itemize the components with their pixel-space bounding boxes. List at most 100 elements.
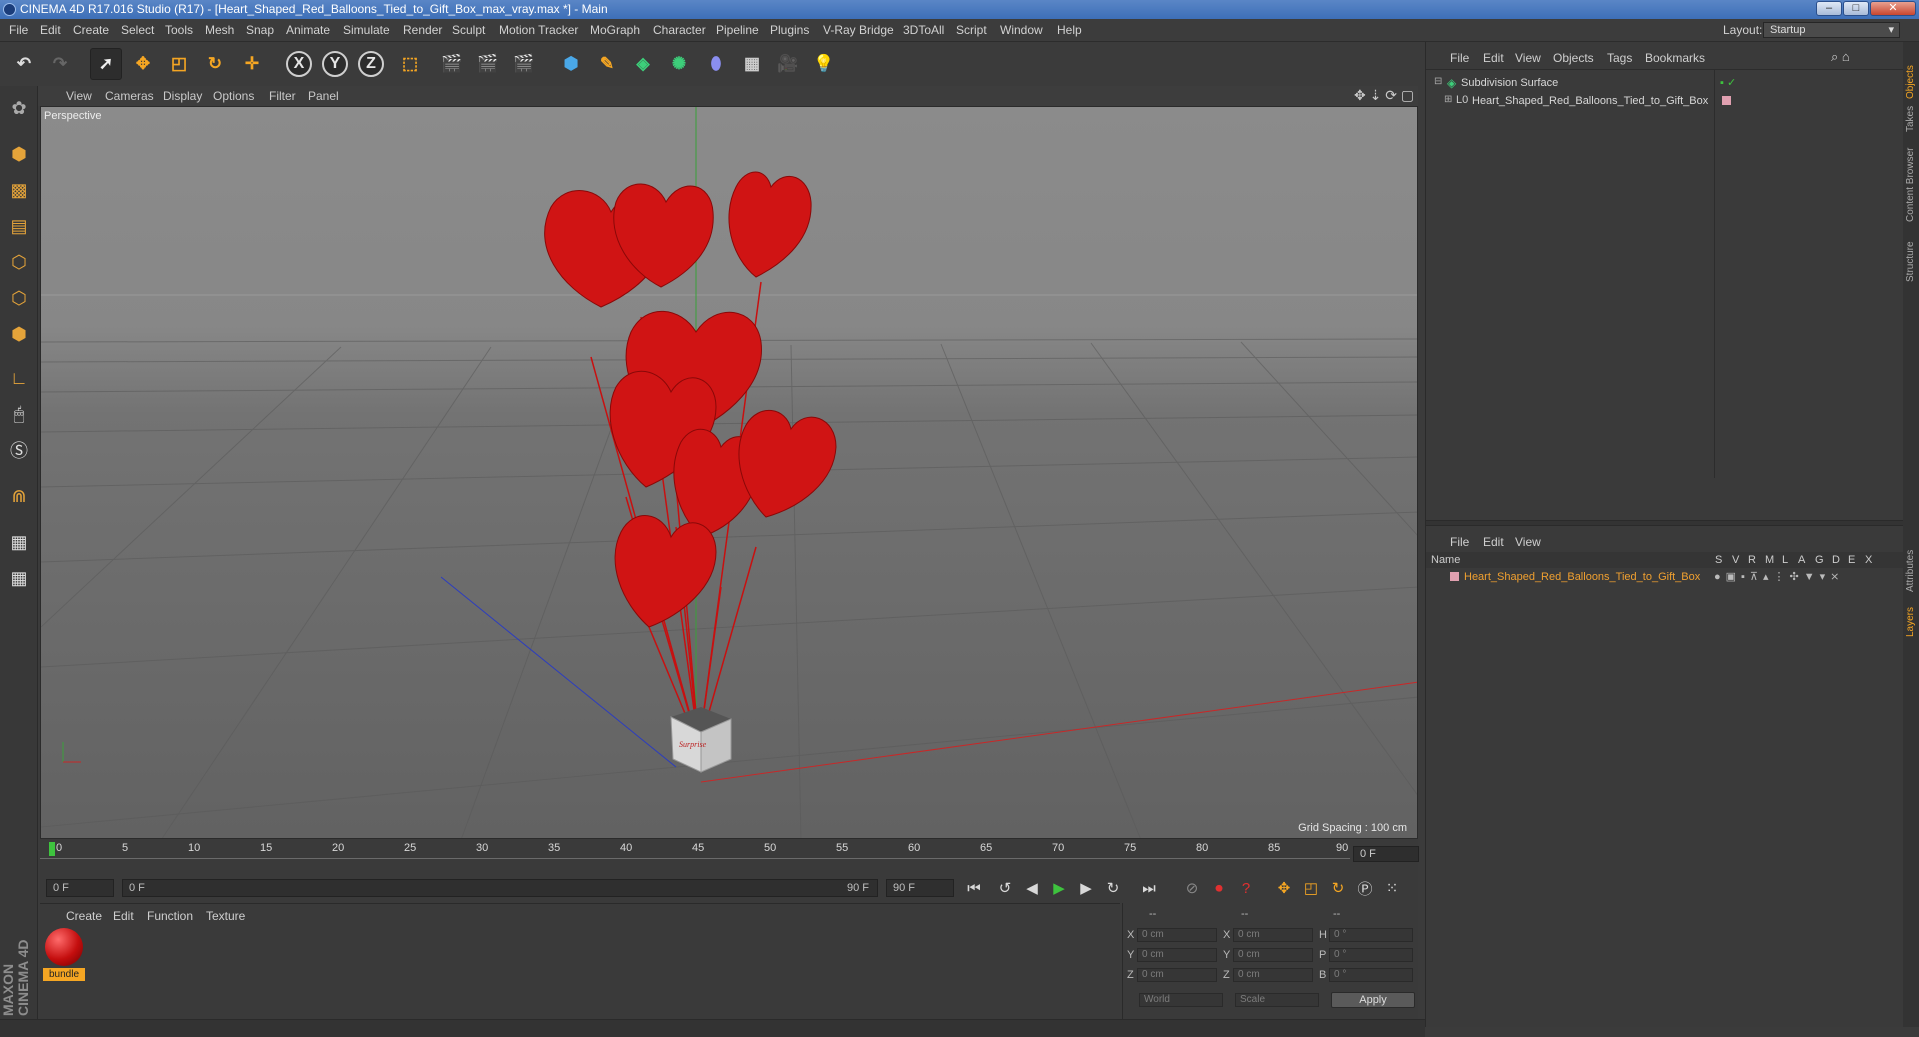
add-array-button[interactable]: ✺ (663, 48, 695, 80)
menu-file[interactable]: File (9, 23, 28, 37)
menu-select[interactable]: Select (121, 23, 154, 37)
goto-end-button[interactable]: ⏭ (1137, 876, 1161, 900)
tab-takes[interactable]: Takes (1905, 102, 1917, 132)
texture-mode-button[interactable]: ▩ (3, 174, 35, 206)
menu-3dtoall[interactable]: 3DToAll (903, 23, 944, 37)
select-tool-button[interactable]: ➚ (90, 48, 122, 80)
viewport-menu-panel[interactable]: Panel (308, 89, 339, 103)
om-menu-file[interactable]: File (1450, 51, 1469, 65)
apply-button[interactable]: Apply (1331, 992, 1415, 1008)
scale-tool-button[interactable]: ◰ (163, 48, 195, 80)
om-menu-tags[interactable]: Tags (1607, 51, 1632, 65)
object-row[interactable]: ⊞ L0 Heart_Shaped_Red_Balloons_Tied_to_G… (1430, 93, 1900, 110)
y-axis-lock-button[interactable]: Y (322, 51, 348, 77)
key-parameter-button[interactable]: Ⓟ (1353, 876, 1377, 900)
planar-workplane-button[interactable]: ▦ (3, 562, 35, 594)
tab-structure[interactable]: Structure (1905, 237, 1917, 282)
add-light-button[interactable]: 💡 (808, 48, 840, 80)
menu-simulate[interactable]: Simulate (343, 23, 390, 37)
play-button[interactable]: ▶ (1047, 876, 1071, 900)
tab-content-browser[interactable]: Content Browser (1905, 142, 1917, 222)
add-deformer-button[interactable]: ⬮ (700, 48, 732, 80)
menu-script[interactable]: Script (956, 23, 987, 37)
autokey-button[interactable]: ⏺ (1207, 876, 1231, 900)
next-frame-button[interactable]: ▶ (1074, 876, 1098, 900)
edges-mode-button[interactable]: ⬡ (3, 282, 35, 314)
live-selection-button[interactable]: ✛ (236, 48, 268, 80)
menu-snap[interactable]: Snap (246, 23, 274, 37)
viewport-menu-view[interactable]: View (66, 89, 92, 103)
object-status-icons[interactable]: ▪ ✓ (1720, 76, 1736, 89)
snap-button[interactable]: Ⓢ (3, 434, 35, 466)
end-frame-field[interactable]: 90 F (886, 879, 954, 897)
minimize-button[interactable]: – (1816, 1, 1842, 16)
om-menu-objects[interactable]: Objects (1553, 51, 1594, 65)
lm-menu-file[interactable]: File (1450, 535, 1469, 549)
add-spline-button[interactable]: ✎ (591, 48, 623, 80)
layer-toggle-icons[interactable]: ●▣▪⊼▴⋮✣▼▾⨯ (1714, 570, 1844, 583)
lm-menu-view[interactable]: View (1515, 535, 1541, 549)
menu-animate[interactable]: Animate (286, 23, 330, 37)
layer-row[interactable]: Heart_Shaped_Red_Balloons_Tied_to_Gift_B… (1426, 569, 1904, 585)
viewport-menu-display[interactable]: Display (163, 89, 202, 103)
maximize-button[interactable]: □ (1843, 1, 1869, 16)
tab-objects[interactable]: Objects (1905, 54, 1917, 99)
coordinate-space-select[interactable]: World (1139, 993, 1223, 1007)
tab-attributes[interactable]: Attributes (1905, 537, 1917, 592)
position-z-field[interactable]: 0 cm (1137, 968, 1217, 982)
menu-vray-bridge[interactable]: V-Ray Bridge (823, 23, 894, 37)
rotation-p-field[interactable]: 0 ° (1329, 948, 1413, 962)
points-mode-button[interactable]: ⬡ (3, 246, 35, 278)
workplane-mode-button[interactable]: ▤ (3, 210, 35, 242)
material-menu-function[interactable]: Function (147, 909, 193, 923)
magnet-button[interactable]: ⋒ (3, 480, 35, 512)
menu-pipeline[interactable]: Pipeline (716, 23, 759, 37)
key-rotation-button[interactable]: ↻ (1326, 876, 1350, 900)
previous-frame-button[interactable]: ◀ (1020, 876, 1044, 900)
current-frame-field[interactable]: 0 F (1353, 846, 1419, 862)
menu-character[interactable]: Character (653, 23, 706, 37)
om-menu-bookmarks[interactable]: Bookmarks (1645, 51, 1705, 65)
tweak-mode-button[interactable]: 🖱 (3, 398, 35, 430)
size-z-field[interactable]: 0 cm (1233, 968, 1313, 982)
menu-mesh[interactable]: Mesh (205, 23, 234, 37)
frame-range-slider[interactable]: 0 F 90 F (122, 879, 878, 897)
undo-button[interactable]: ↶ (8, 48, 40, 80)
add-camera-button[interactable]: 🎥 (772, 48, 804, 80)
z-axis-lock-button[interactable]: Z (358, 51, 384, 77)
add-floor-button[interactable]: ▦ (736, 48, 768, 80)
layout-select[interactable]: Startup ▾ (1763, 22, 1900, 38)
menu-create[interactable]: Create (73, 23, 109, 37)
add-subdivision-button[interactable]: ◈ (627, 48, 659, 80)
goto-start-button[interactable]: ⏮ (962, 876, 986, 900)
tab-layers[interactable]: Layers (1905, 597, 1917, 637)
key-pla-button[interactable]: ⁙ (1380, 876, 1404, 900)
playhead[interactable] (49, 842, 55, 856)
3d-viewport[interactable]: Surprise Perspective Grid Spacing : 100 … (40, 106, 1418, 839)
menu-edit[interactable]: Edit (40, 23, 61, 37)
lock-workplane-button[interactable]: ▦ (3, 526, 35, 558)
menu-motion-tracker[interactable]: Motion Tracker (499, 23, 578, 37)
viewport-menu-cameras[interactable]: Cameras (105, 89, 154, 103)
layer-color-swatch[interactable] (1450, 572, 1459, 581)
om-menu-edit[interactable]: Edit (1483, 51, 1504, 65)
layer-color-swatch[interactable] (1722, 96, 1731, 105)
coordinate-system-button[interactable]: ⬚ (394, 48, 426, 80)
model-mode-button[interactable]: ⬢ (3, 138, 35, 170)
viewport-menu-options[interactable]: Options (213, 89, 254, 103)
axis-mode-button[interactable]: ∟ (3, 362, 35, 394)
polygons-mode-button[interactable]: ⬢ (3, 318, 35, 350)
render-picture-viewer-button[interactable]: 🎬 (472, 48, 504, 80)
menu-render[interactable]: Render (403, 23, 442, 37)
render-view-button[interactable]: 🎬 (436, 48, 468, 80)
key-scale-button[interactable]: ◰ (1299, 876, 1323, 900)
om-menu-view[interactable]: View (1515, 51, 1541, 65)
record-keys-button[interactable]: ⊘ (1180, 876, 1204, 900)
key-position-button[interactable]: ✥ (1272, 876, 1296, 900)
next-keyframe-button[interactable]: ↻ (1101, 876, 1125, 900)
rotation-h-field[interactable]: 0 ° (1329, 928, 1413, 942)
menu-mograph[interactable]: MoGraph (590, 23, 640, 37)
size-x-field[interactable]: 0 cm (1233, 928, 1313, 942)
x-axis-lock-button[interactable]: X (286, 51, 312, 77)
material-menu-texture[interactable]: Texture (206, 909, 245, 923)
